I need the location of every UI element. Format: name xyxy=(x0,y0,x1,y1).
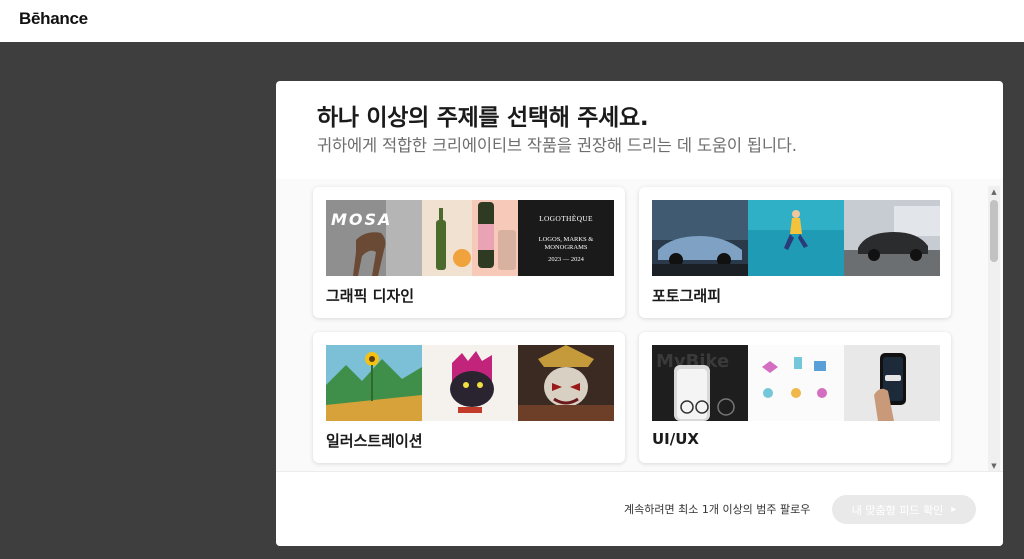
topic-card-graphic-design[interactable]: MOSA LOGOTHÈQUE LOGOS, MARKS & MONOGRAMS… xyxy=(313,187,625,318)
card-label: 일러스트레이션 xyxy=(326,432,423,450)
thumbnail-bottles xyxy=(422,200,518,276)
card-thumbnails: MOSA LOGOTHÈQUE LOGOS, MARKS & MONOGRAMS… xyxy=(326,200,614,276)
behance-logo[interactable]: Bēhance xyxy=(19,9,88,29)
card-list-scrollbar[interactable]: ▲ ▼ xyxy=(988,186,1000,473)
scroll-down-icon[interactable]: ▼ xyxy=(990,462,998,470)
card-label: 포토그래피 xyxy=(652,287,722,305)
card-label: UI/UX xyxy=(652,430,699,448)
modal-subtitle: 귀하에게 적합한 크리에이티브 작품을 권장해 드리는 데 도움이 됩니다. xyxy=(317,136,797,155)
card-thumbnails xyxy=(326,345,614,421)
thumbnail-chair: MOSA xyxy=(326,200,422,276)
topic-selection-modal: 하나 이상의 주제를 선택해 주세요. 귀하에게 적합한 크리에이티브 작품을 … xyxy=(276,81,1003,546)
card-thumbnails: MyBike xyxy=(652,345,940,421)
thumbnail-creature xyxy=(422,345,518,421)
follow-requirement-hint: 계속하려면 최소 1개 이상의 범주 팔로우 xyxy=(624,503,811,516)
thumbnail-samurai xyxy=(518,345,614,421)
view-my-feed-label: 내 맞춤형 피드 확인 xyxy=(851,503,944,517)
thumbnail-jumping-person xyxy=(748,200,844,276)
thumbnail-phone-hand xyxy=(844,345,940,421)
book-title: LOGOTHÈQUE xyxy=(539,214,593,223)
thumbnail-icon-set xyxy=(748,345,844,421)
thumbnail-bike-app: MyBike xyxy=(652,345,748,421)
thumbnail-sports-car xyxy=(652,200,748,276)
view-my-feed-button[interactable]: 내 맞춤형 피드 확인 ▸ xyxy=(832,495,976,524)
topic-card-uiux[interactable]: MyBike UI/UX xyxy=(639,332,951,463)
thumbnail-suv xyxy=(844,200,940,276)
book-years: 2023 — 2024 xyxy=(548,256,584,263)
thumbnail-sunflower-landscape xyxy=(326,345,422,421)
topic-card-list: MOSA LOGOTHÈQUE LOGOS, MARKS & MONOGRAMS… xyxy=(276,179,1003,471)
scroll-up-icon[interactable]: ▲ xyxy=(990,188,998,196)
top-bar: Bēhance xyxy=(0,0,1024,42)
topic-card-illustration[interactable]: 일러스트레이션 xyxy=(313,332,625,463)
topic-card-photography[interactable]: 포토그래피 xyxy=(639,187,951,318)
modal-footer: 계속하려면 최소 1개 이상의 범주 팔로우 내 맞춤형 피드 확인 ▸ xyxy=(276,471,1003,546)
book-subtitle: LOGOS, MARKS & MONOGRAMS xyxy=(538,236,594,251)
card-thumbnails xyxy=(652,200,940,276)
svg-text:MOSA: MOSA xyxy=(331,210,392,229)
chevron-right-icon: ▸ xyxy=(951,504,957,515)
modal-title: 하나 이상의 주제를 선택해 주세요. xyxy=(317,105,649,131)
card-label: 그래픽 디자인 xyxy=(326,287,415,305)
thumbnail-logotheque: LOGOTHÈQUE LOGOS, MARKS & MONOGRAMS 2023… xyxy=(518,200,614,276)
scroll-thumb[interactable] xyxy=(990,200,998,262)
